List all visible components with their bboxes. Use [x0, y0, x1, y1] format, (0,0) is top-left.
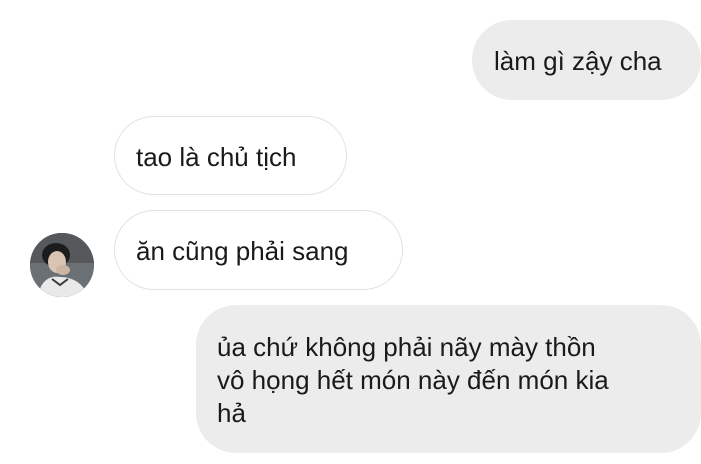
message-bubble-incoming[interactable]: tao là chủ tịch	[114, 116, 347, 195]
user-photo-avatar-icon	[30, 233, 94, 297]
avatar[interactable]	[30, 233, 94, 297]
message-bubble-incoming[interactable]: ăn cũng phải sang	[114, 210, 403, 290]
message-bubble-outgoing[interactable]: ủa chứ không phải nãy mày thồn vô họng h…	[196, 305, 701, 453]
message-bubble-outgoing[interactable]: làm gì zậy cha	[472, 20, 701, 100]
